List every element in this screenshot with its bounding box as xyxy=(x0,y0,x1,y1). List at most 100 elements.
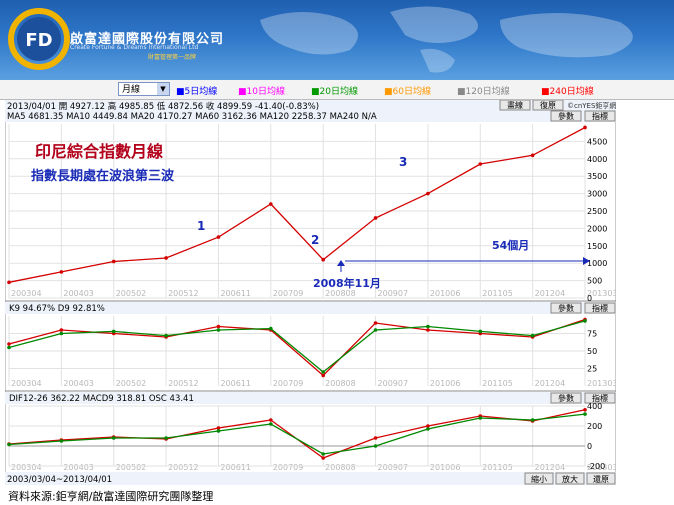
x-tick-label: 200403 xyxy=(63,379,94,388)
x-tick-label: 200709 xyxy=(273,379,304,388)
kd-line: K9 94.67% D9 92.81% xyxy=(9,304,105,314)
indicator-button[interactable]: 指標 xyxy=(584,110,616,122)
x-tick-label: 201105 xyxy=(482,379,513,388)
x-tick-label: 200403 xyxy=(63,463,94,472)
indicator-button-label: 指標 xyxy=(592,111,608,121)
chart-title: 印尼綜合指數月線 xyxy=(35,142,163,161)
series-point xyxy=(7,442,11,447)
span-annotation: 54個月 xyxy=(492,238,529,252)
chart-panel: 2013/04/01 開 4927.12 高 4985.85 低 4872.56… xyxy=(4,99,618,486)
series-point xyxy=(59,439,64,443)
x-tick-label: 200304 xyxy=(11,463,42,472)
ma-legend-swatch: ■ xyxy=(238,87,247,97)
y-tick-label: 4000 xyxy=(587,155,607,164)
y-tick-label: 200 xyxy=(587,422,602,431)
y-tick-label: 50 xyxy=(587,347,597,356)
wave-label-3: 3 xyxy=(399,155,407,169)
y-tick-label: 4500 xyxy=(587,137,607,146)
ma-legend-swatch: ■ xyxy=(541,87,550,97)
x-tick-label: 200502 xyxy=(116,289,147,298)
index-chart: 2013/04/01 開 4927.12 高 4985.85 低 4872.56… xyxy=(4,99,618,486)
ma-legend-label: 60日均線 xyxy=(392,87,431,97)
series-point xyxy=(426,324,430,329)
series-point xyxy=(373,444,378,448)
y-tick-label: 1000 xyxy=(587,259,607,268)
x-tick-label: 200907 xyxy=(378,379,409,388)
reset-zoom-button[interactable]: 還原 xyxy=(586,472,616,485)
y-tick-label: 3000 xyxy=(587,190,607,199)
y-tick-label: 1500 xyxy=(587,242,607,251)
draw-line-button[interactable]: 畫線 xyxy=(499,99,531,111)
zoom-out-button[interactable]: 縮小 xyxy=(524,472,554,485)
macd-params-button[interactable]: 參數 xyxy=(550,392,582,404)
ma-legend-item: ■60日均線 xyxy=(384,84,431,97)
kd-params-button[interactable]: 參數 xyxy=(550,302,582,314)
series-point xyxy=(530,153,535,158)
ma-legend-label: 5日均線 xyxy=(184,87,218,97)
x-tick-label: 200709 xyxy=(273,463,304,472)
series-point xyxy=(269,326,273,331)
series-point xyxy=(269,422,273,426)
source-note: 資料來源:鉅亨網/啟富達國際研究團隊整理 xyxy=(8,490,214,503)
series-point xyxy=(59,331,64,336)
series-point xyxy=(321,257,325,262)
x-tick-label: 200512 xyxy=(168,289,199,298)
y-tick-label: 2500 xyxy=(587,207,607,216)
params-button[interactable]: 參數 xyxy=(550,110,582,122)
world-map-graphic xyxy=(260,6,633,73)
x-tick-label: 200611 xyxy=(220,379,251,388)
series-point xyxy=(321,452,325,456)
restore-button[interactable]: 復原 xyxy=(532,99,564,111)
ma-legend-item: ■10日均線 xyxy=(238,84,285,97)
series-point xyxy=(373,436,378,440)
series-point xyxy=(269,202,273,206)
chevron-down-icon[interactable]: ▼ xyxy=(157,83,169,95)
series-point xyxy=(59,270,64,274)
reset-zoom-label: 還原 xyxy=(593,474,609,484)
y-tick-label: 2000 xyxy=(587,224,607,233)
ma-legend-item: ■5日均線 xyxy=(176,84,217,97)
zoom-in-button[interactable]: 放大 xyxy=(555,472,585,485)
series-point xyxy=(478,416,483,420)
ma-legend-item: ■20日均線 xyxy=(311,84,358,97)
zoom-in-label: 放大 xyxy=(562,474,578,484)
ma-legend-swatch: ■ xyxy=(457,87,466,97)
y-tick-label: 75 xyxy=(587,330,597,339)
y-tick-label: 25 xyxy=(587,365,597,374)
series-point xyxy=(321,456,325,460)
series-point xyxy=(426,427,430,431)
x-tick-label: 200611 xyxy=(220,289,251,298)
series-point xyxy=(269,418,273,422)
x-tick-label: 200502 xyxy=(116,379,147,388)
series-point xyxy=(59,328,64,332)
series-point xyxy=(216,235,221,239)
series-point xyxy=(478,162,483,166)
kd-params-button-label: 參數 xyxy=(558,303,574,313)
period-select[interactable]: 月線 ▼ xyxy=(118,82,170,96)
ma-values-line: MA5 4681.35 MA10 4449.84 MA20 4170.27 MA… xyxy=(7,112,377,122)
y-tick-label: -200 xyxy=(587,462,605,471)
period-select-value: 月線 xyxy=(122,85,141,95)
ma-legend-label: 20日均線 xyxy=(319,87,358,97)
quote-line: 2013/04/01 開 4927.12 高 4985.85 低 4872.56… xyxy=(7,101,319,112)
series-point xyxy=(7,342,11,346)
x-tick-label: 201006 xyxy=(430,463,461,472)
x-tick-label: 200304 xyxy=(11,379,42,388)
kd-indicator-button[interactable]: 指標 xyxy=(584,302,616,314)
series-point xyxy=(216,328,221,332)
series-point xyxy=(373,328,378,332)
x-tick-label: 200907 xyxy=(378,289,409,298)
series-point xyxy=(111,259,116,264)
company-slogan: 財富管理第一品牌 xyxy=(148,54,197,61)
copyright-text: ©cnYES鉅亨網 xyxy=(567,101,616,110)
series-point xyxy=(111,436,116,440)
x-tick-label: 201204 xyxy=(535,463,566,472)
x-tick-label: 201006 xyxy=(430,289,461,298)
series-point xyxy=(164,333,168,338)
series-point xyxy=(530,418,535,422)
company-english-name: Create Fortune & Dreams International Lt… xyxy=(70,44,199,51)
series-point xyxy=(216,429,221,433)
x-tick-label: 201105 xyxy=(482,289,513,298)
y-tick-label: 0 xyxy=(587,442,592,451)
x-tick-label: 201303 xyxy=(587,379,616,388)
